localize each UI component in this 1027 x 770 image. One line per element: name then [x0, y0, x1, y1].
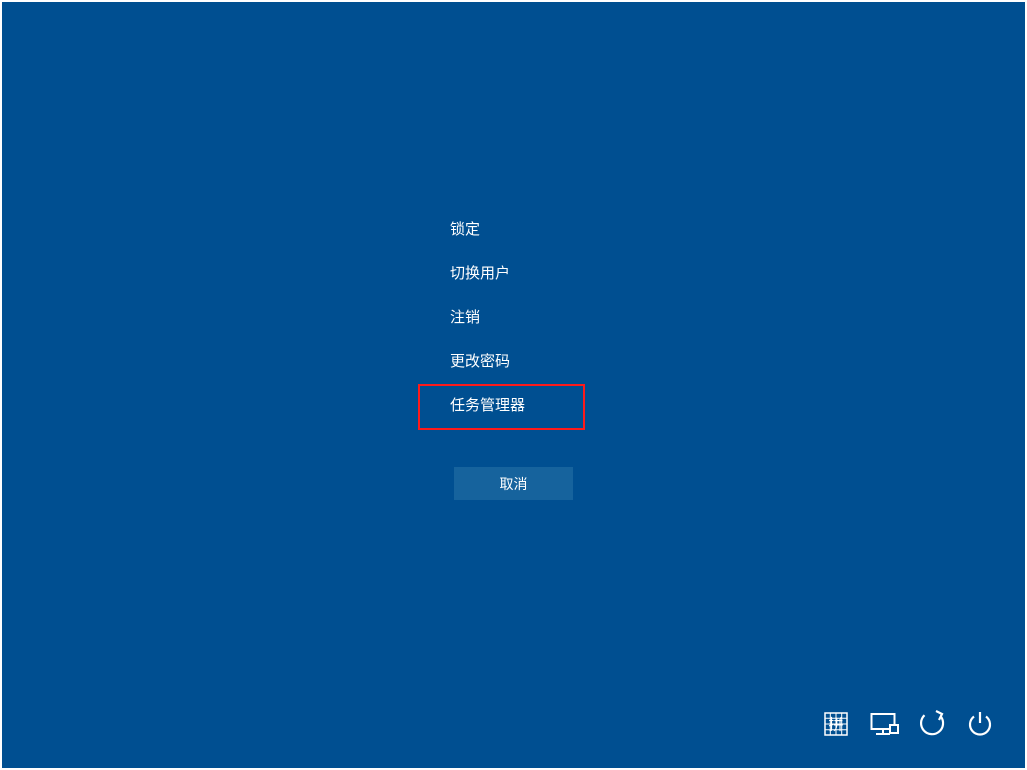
cancel-button[interactable]: 取消: [454, 467, 573, 500]
security-options-menu: 锁定 切换用户 注销 更改密码 任务管理器: [450, 220, 525, 440]
ease-of-access-icon[interactable]: [920, 712, 944, 736]
menu-item-task-manager[interactable]: 任务管理器: [450, 396, 525, 416]
menu-item-switch-user[interactable]: 切换用户: [450, 264, 525, 284]
ime-label: 拼: [828, 717, 843, 734]
network-icon[interactable]: [872, 712, 896, 736]
system-tray: 拼: [824, 712, 992, 736]
menu-item-sign-out[interactable]: 注销: [450, 308, 525, 328]
ime-icon[interactable]: 拼: [824, 712, 848, 736]
security-options-screen: 锁定 切换用户 注销 更改密码 任务管理器 取消 拼: [2, 2, 1025, 768]
power-icon[interactable]: [968, 712, 992, 736]
menu-item-lock[interactable]: 锁定: [450, 220, 525, 240]
menu-item-change-password[interactable]: 更改密码: [450, 352, 525, 372]
